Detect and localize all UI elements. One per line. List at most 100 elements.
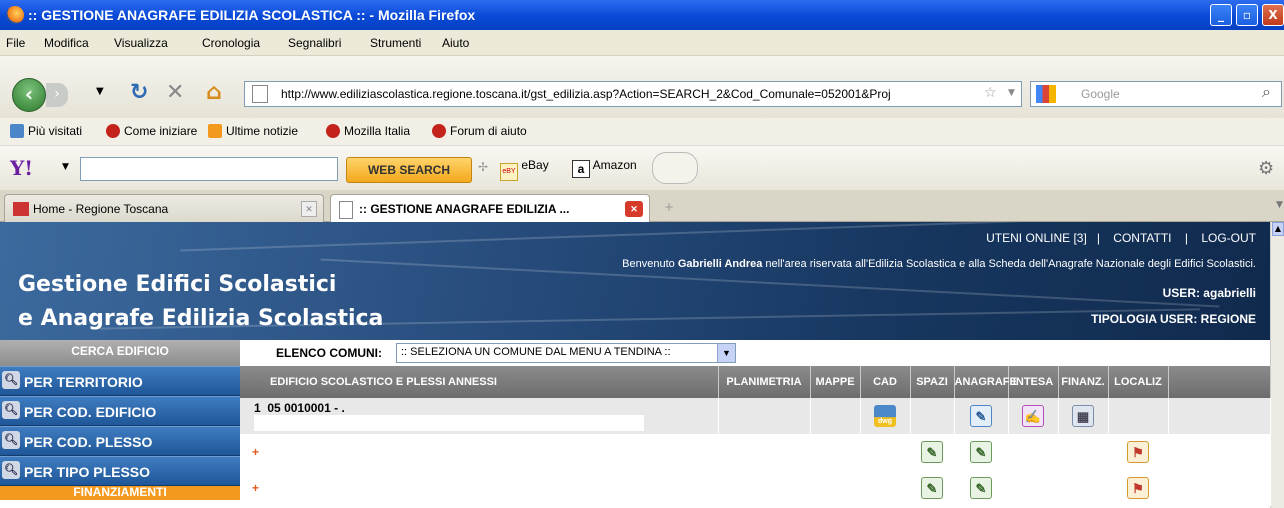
buildings-table: EDIFICIO SCOLASTICO E PLESSI ANNESSI PLA… [240,366,1271,506]
menu-strumenti[interactable]: Strumenti [370,36,421,50]
menu-cronologia[interactable]: Cronologia [202,36,260,50]
document-edit-icon[interactable]: ✎ [921,477,943,499]
separator: | [1096,231,1100,245]
regione-favicon-icon [13,202,29,216]
sidebar-item-per-tipo-plesso[interactable]: 🔍︎ PER TIPO PLESSO [0,456,240,486]
yahoo-dropdown-icon[interactable]: ▼ [62,162,69,172]
vertical-scrollbar[interactable]: ▲ [1270,222,1284,508]
bookmark-label: Mozilla Italia [344,124,411,138]
tab-close-icon[interactable]: ✕ [301,201,317,217]
comuni-filter: ELENCO COMUNI: :: SELEZIONA UN COMUNE DA… [240,340,1270,366]
menu-aiuto[interactable]: Aiuto [442,36,469,50]
reload-icon[interactable]: ↻ [130,80,148,105]
expand-plus-icon[interactable]: + [252,481,259,495]
url-bar[interactable]: http://www.ediliziascolastica.regione.to… [244,81,1022,107]
page-favicon-icon [339,201,353,219]
table-row: + ✎ ✎ ⚑ [240,434,1271,470]
col-spazi: SPAZI [910,366,955,398]
gear-icon[interactable]: ⚙ [1258,158,1274,179]
home-icon[interactable]: ⌂ [206,80,222,105]
sidebar-item-per-cod-plesso[interactable]: 🔍︎ PER COD. PLESSO [0,426,240,456]
sidebar-item-label: PER TIPO PLESSO [24,464,151,480]
yahoo-logo[interactable]: Y! [10,156,33,180]
table-header-row: EDIFICIO SCOLASTICO E PLESSI ANNESSI PLA… [240,366,1271,398]
tab-label: :: GESTIONE ANAGRAFE EDILIZIA ... [359,202,570,216]
edit-document-icon[interactable]: ✍ [1022,405,1044,427]
contatti-link[interactable]: CONTATTI [1113,231,1171,245]
sidebar-finanziamenti-header[interactable]: FINANZIAMENTI [0,486,240,500]
search-icon[interactable]: ⌕ [1262,82,1271,102]
building-code: 0010001 - . [284,401,345,415]
document-search-icon[interactable]: ✎ [970,405,992,427]
document-edit-icon[interactable]: ✎ [970,477,992,499]
sidebar-item-per-cod-edificio[interactable]: 🔍︎ PER COD. EDIFICIO [0,396,240,426]
ebay-label: eBay [521,158,549,172]
tab-gestione-anagrafe[interactable]: :: GESTIONE ANAGRAFE EDILIZIA ... ✕ [330,194,650,222]
col-edificio: EDIFICIO SCOLASTICO E PLESSI ANNESSI [240,366,719,398]
localiz-cell: ⚑ [1108,434,1169,470]
bookmark-forum-aiuto[interactable]: Forum di aiuto [432,124,527,138]
utenti-online-link[interactable]: UTENI ONLINE [3] [986,231,1087,245]
bookmark-come-iniziare[interactable]: Come iniziare [106,124,197,138]
logout-link[interactable]: LOG-OUT [1201,231,1256,245]
menu-file[interactable]: File [6,36,25,50]
tab-home-regione-toscana[interactable]: Home - Regione Toscana ✕ [4,194,324,222]
mappe-cell [810,434,861,470]
close-button[interactable]: X [1262,4,1284,26]
row-number: 1 [254,401,261,415]
map-pin-icon[interactable]: ⚑ [1127,441,1149,463]
spazi-cell: ✎ [910,434,955,470]
sidebar-item-label: PER TERRITORIO [24,374,143,390]
calculator-icon[interactable]: ▦ [1072,405,1094,427]
firefox-icon [6,6,24,24]
plesso-cell[interactable]: + [240,470,719,506]
firefox-bookmark-icon [326,124,340,138]
building-cell[interactable]: 1 05 0010001 - . [240,398,719,434]
bookmark-mozilla-italia[interactable]: Mozilla Italia [326,124,410,138]
sidebar-item-label: PER COD. PLESSO [24,434,153,450]
bookmark-piu-visitati[interactable]: Più visitati [10,124,82,138]
menu-modifica[interactable]: Modifica [44,36,89,50]
search-input[interactable]: Google [1030,81,1282,107]
minimize-button[interactable]: _ [1210,4,1232,26]
google-engine-icon[interactable] [1036,85,1056,103]
bookmark-ultime-notizie[interactable]: Ultime notizie [208,124,298,138]
maximize-button[interactable]: ▫ [1236,4,1258,26]
localiz-cell: ⚑ [1108,470,1169,506]
tab-close-icon[interactable]: ✕ [625,201,643,217]
map-pin-icon[interactable]: ⚑ [1127,477,1149,499]
history-dropdown-icon[interactable]: ▼ [96,86,104,97]
menu-segnalibri[interactable]: Segnalibri [288,36,341,50]
yahoo-toolbar: Y! ▼ WEB SEARCH ✢ eBY eBay a Amazon ⚙ [0,146,1284,190]
web-search-button[interactable]: WEB SEARCH [346,157,472,183]
document-edit-icon[interactable]: ✎ [970,441,992,463]
chevron-down-icon[interactable]: ▼ [717,344,735,362]
cad-cell: dwg [860,398,911,434]
expand-plus-icon[interactable]: + [252,445,259,459]
sidebar-item-per-territorio[interactable]: 🔍︎ PER TERRITORIO [0,366,240,396]
document-edit-icon[interactable]: ✎ [921,441,943,463]
window-title-bar[interactable]: :: GESTIONE ANAGRAFE EDILIZIA SCOLASTICA… [0,0,1284,30]
toolbar-separator-icon: ✢ [478,160,489,174]
ebay-link[interactable]: eBY eBay [500,158,549,181]
intesa-cell [1008,470,1059,506]
back-button[interactable]: ‹ [12,78,46,112]
comuni-select[interactable]: :: SELEZIONA UN COMUNE DAL MENU A TENDIN… [396,343,736,363]
tab-list-icon[interactable]: ▼ [1276,200,1283,210]
yahoo-search-input[interactable] [80,157,338,181]
col-empty [1168,366,1271,398]
scroll-up-icon[interactable]: ▲ [1272,222,1284,236]
stop-icon[interactable]: ✕ [166,80,184,105]
menu-visualizza[interactable]: Visualizza [114,36,168,50]
most-visited-icon [10,124,24,138]
amazon-link[interactable]: a Amazon [572,158,637,178]
forward-button[interactable]: › [46,83,68,107]
plesso-cell[interactable]: + [240,434,719,470]
url-dropdown-icon[interactable]: ▼ [1008,88,1015,98]
separator: | [1184,231,1188,245]
bookmark-star-icon[interactable]: ☆ [984,85,997,101]
edit-toolbar-button[interactable] [652,152,698,184]
new-tab-icon[interactable]: + [664,200,674,214]
dwg-file-icon[interactable]: dwg [874,405,896,427]
intesa-cell [1008,434,1059,470]
